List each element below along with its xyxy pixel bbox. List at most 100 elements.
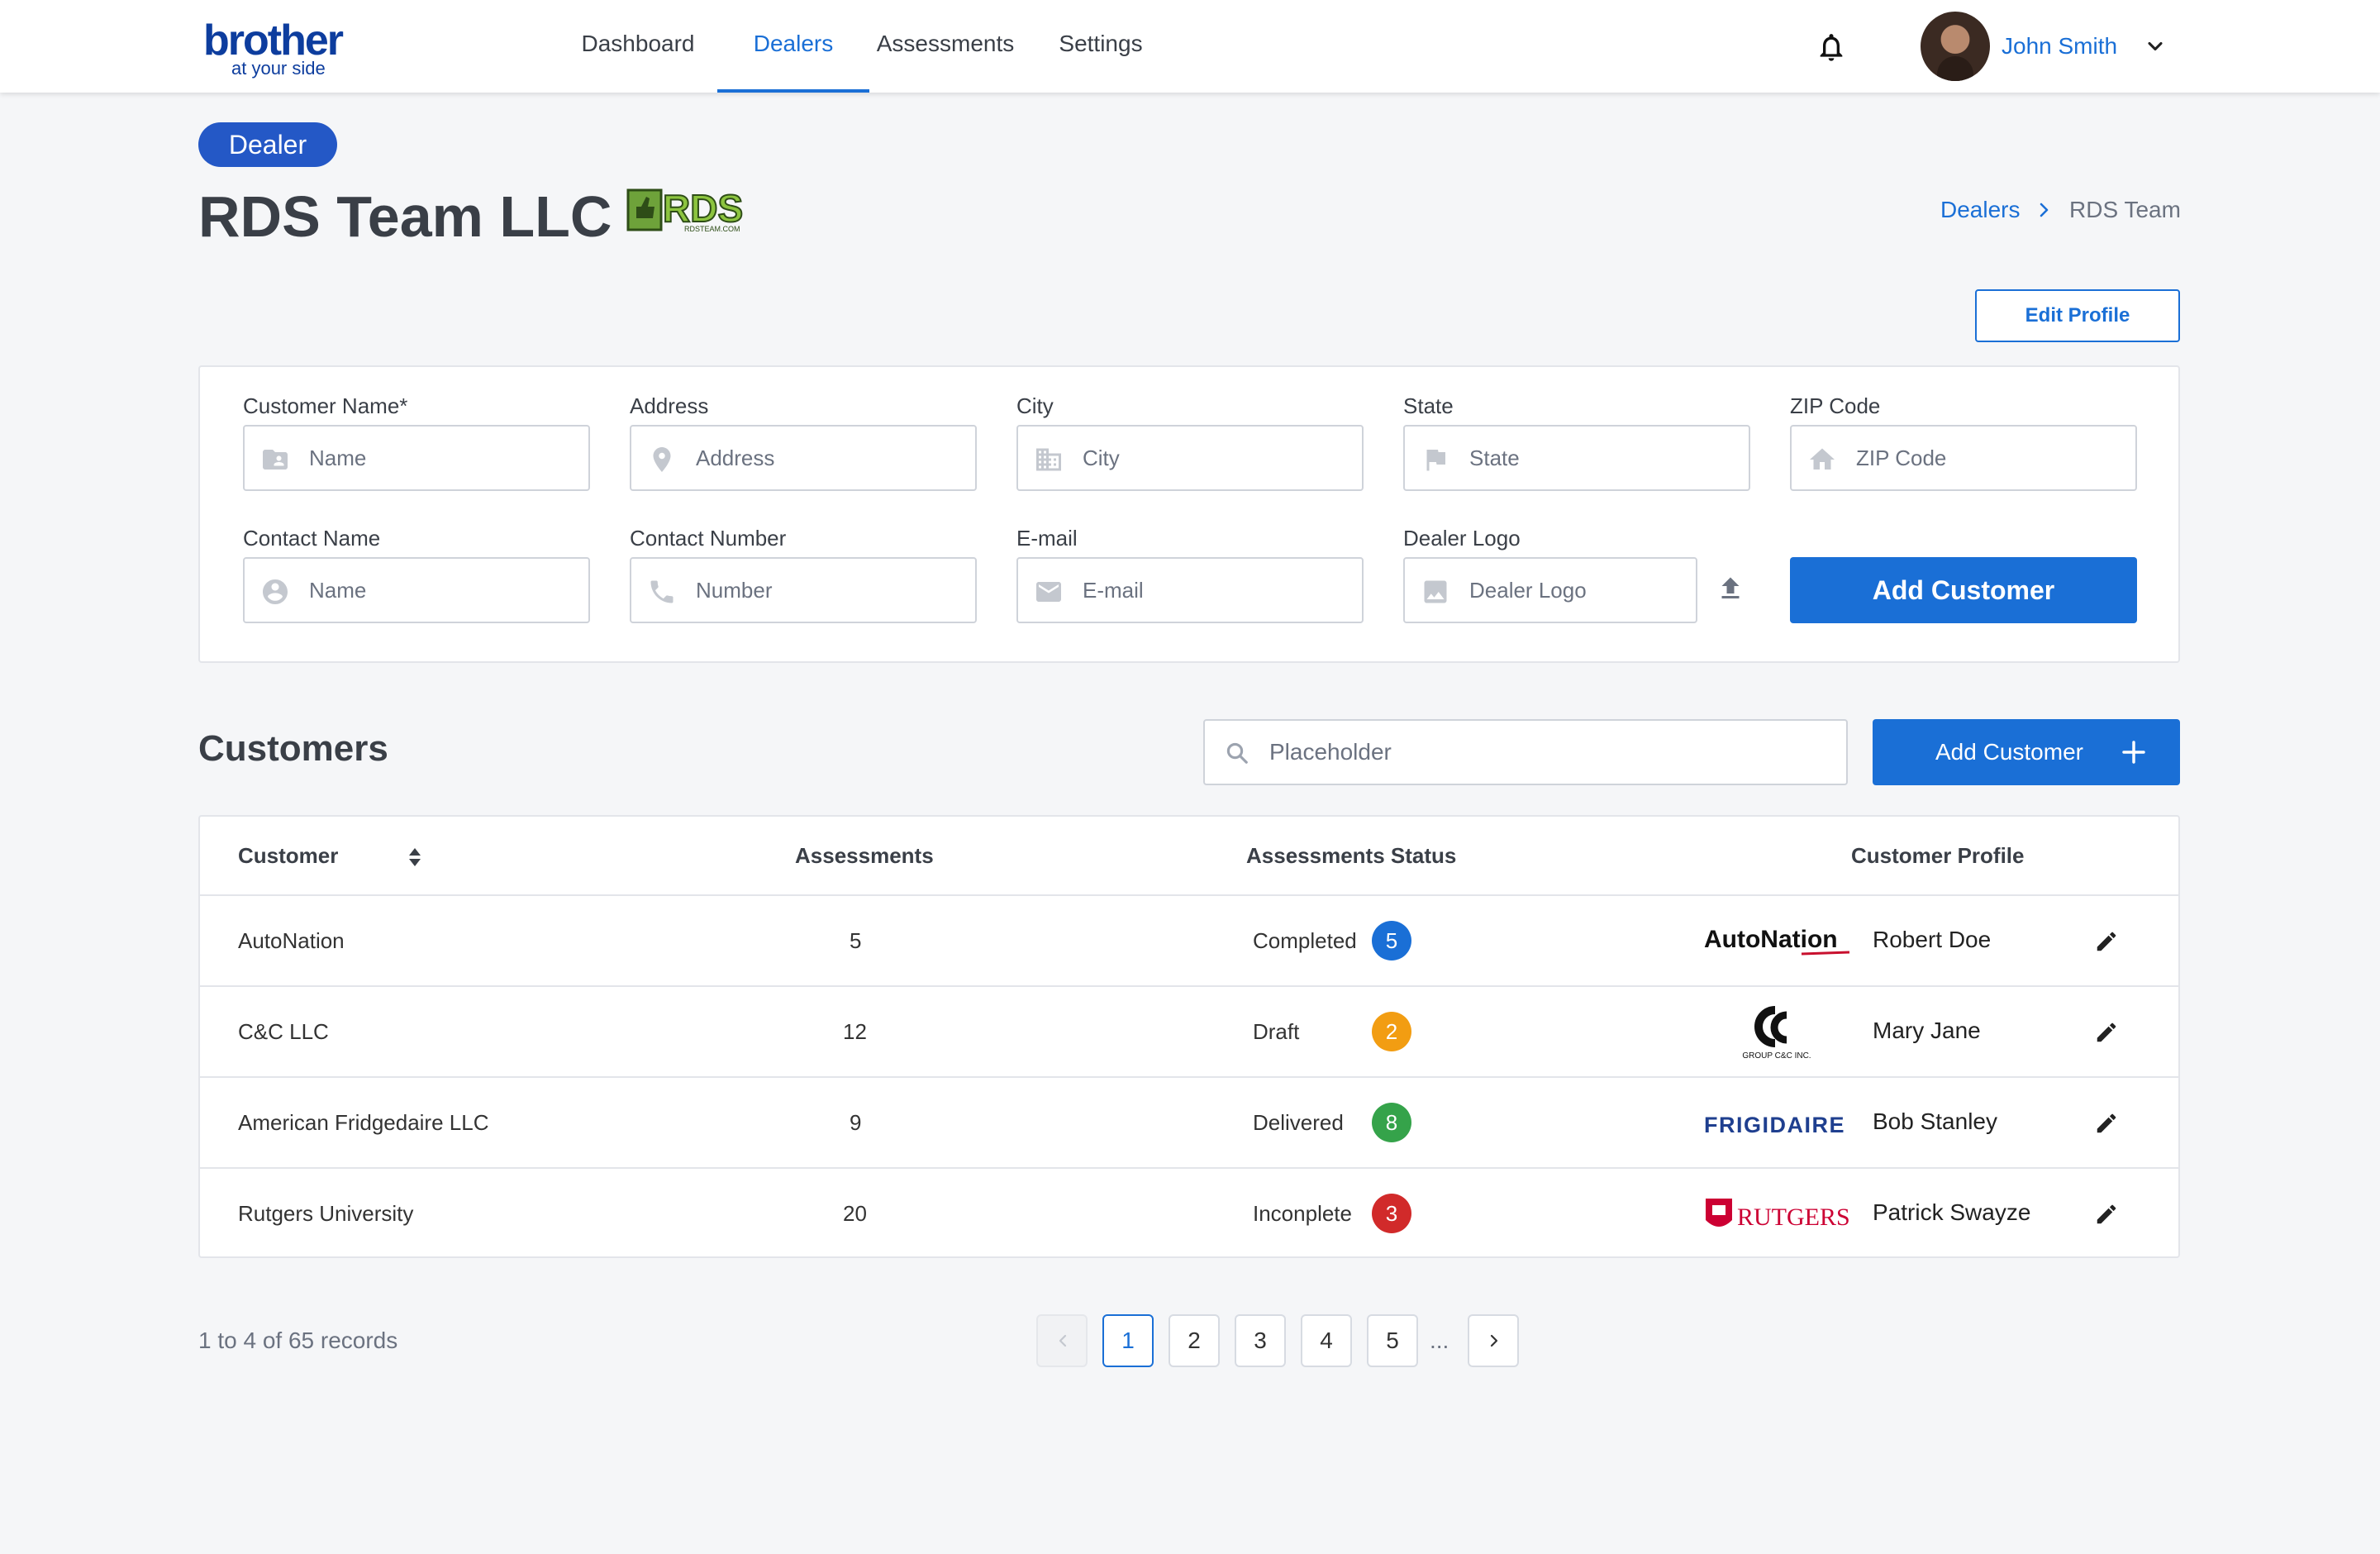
status-label: Inconplete: [1253, 1201, 1352, 1226]
contact-number-placeholder: Number: [696, 578, 773, 603]
breadcrumb-current: RDS Team: [2069, 197, 2181, 222]
email-input[interactable]: E-mail: [1016, 557, 1364, 623]
table-row[interactable]: AutoNation 5 Completed 5 AutoNation Robe…: [200, 894, 2178, 985]
add-customer-button-label: Add Customer: [1935, 739, 2083, 765]
pagination-page-4[interactable]: 4: [1301, 1314, 1352, 1367]
table-row[interactable]: American Fridgedaire LLC 9 Delivered 8 F…: [200, 1076, 2178, 1167]
edit-pencil-icon[interactable]: [2094, 1020, 2119, 1045]
assessments-count-cell: 9: [850, 1110, 862, 1135]
status-label: Draft: [1253, 1019, 1300, 1044]
edit-profile-button[interactable]: Edit Profile: [1975, 289, 2180, 342]
contact-name-input[interactable]: Name: [243, 557, 590, 623]
search-placeholder: Placeholder: [1269, 739, 1392, 765]
customer-search-input[interactable]: Placeholder: [1203, 719, 1848, 785]
dealer-logo-placeholder: Dealer Logo: [1469, 578, 1587, 603]
city-input[interactable]: City: [1016, 425, 1364, 491]
pagination-page-3[interactable]: 3: [1235, 1314, 1286, 1367]
column-header-customer-profile: Customer Profile: [1851, 843, 2025, 868]
records-summary: 1 to 4 of 65 records: [198, 1328, 398, 1353]
pagination-previous-button[interactable]: [1036, 1314, 1088, 1367]
city-placeholder: City: [1083, 446, 1120, 470]
user-avatar[interactable]: [1921, 12, 1990, 81]
customer-name-cell: American Fridgedaire LLC: [238, 1110, 489, 1135]
nav-settings[interactable]: Settings: [1046, 0, 1155, 93]
dealer-logo-image: RDS RDSTEAM.COM: [626, 186, 744, 233]
building-icon: [1036, 448, 1061, 471]
address-placeholder: Address: [696, 446, 775, 470]
breadcrumb-dealers-link[interactable]: Dealers: [1940, 197, 2020, 222]
customer-name-input[interactable]: Name: [243, 425, 590, 491]
nav-assessments[interactable]: Assessments: [873, 0, 1018, 93]
phone-icon: [650, 580, 674, 603]
edit-pencil-icon[interactable]: [2094, 1202, 2119, 1227]
state-placeholder: State: [1469, 446, 1520, 470]
group-cc-logo-text: GROUP C&C INC.: [1742, 1051, 1811, 1060]
pagination-ellipsis: ...: [1430, 1328, 1449, 1353]
group-cc-logo: GROUP C&C INC.: [1742, 1006, 1811, 1060]
customer-name-cell: C&C LLC: [238, 1019, 329, 1044]
customer-name-cell: AutoNation: [238, 928, 345, 953]
chevron-down-icon[interactable]: [2144, 35, 2167, 58]
pagination-next-button[interactable]: [1468, 1314, 1519, 1367]
customer-name-cell: Rutgers University: [238, 1201, 414, 1226]
table-row[interactable]: Rutgers University 20 Inconplete 3 RUTGE…: [200, 1167, 2178, 1258]
page-title: RDS Team LLC: [198, 184, 612, 249]
frigidaire-logo: FRIGIDAIRE: [1704, 1113, 1845, 1137]
status-label: Completed: [1253, 928, 1357, 953]
sort-icon[interactable]: [407, 846, 423, 868]
notification-bell-icon[interactable]: [1815, 30, 1848, 64]
customers-section-title: Customers: [198, 728, 388, 769]
status-count-badge: 8: [1372, 1103, 1411, 1142]
nav-dashboard[interactable]: Dashboard: [570, 0, 706, 93]
dealer-logo-input[interactable]: Dealer Logo: [1403, 557, 1697, 623]
pagination-page-2[interactable]: 2: [1169, 1314, 1220, 1367]
user-name[interactable]: John Smith: [2002, 30, 2117, 63]
edit-pencil-icon[interactable]: [2094, 929, 2119, 954]
assessments-count-cell: 12: [843, 1019, 867, 1044]
profile-contact-name: Robert Doe: [1873, 927, 1992, 952]
column-header-assessments: Assessments: [795, 843, 934, 868]
person-icon: [263, 579, 288, 604]
dealer-logo-label: Dealer Logo: [1403, 526, 1521, 551]
column-header-customer[interactable]: Customer: [238, 817, 338, 894]
chevron-right-icon: [1490, 1334, 1498, 1347]
zip-code-label: ZIP Code: [1790, 393, 1881, 418]
state-input[interactable]: State: [1403, 425, 1750, 491]
nav-dealers[interactable]: Dealers: [717, 0, 869, 93]
location-pin-icon: [653, 447, 671, 472]
state-label: State: [1403, 393, 1454, 418]
contact-number-label: Contact Number: [630, 526, 787, 551]
dealer-logo-subtext: RDSTEAM.COM: [684, 225, 740, 233]
upload-icon[interactable]: [1716, 572, 1745, 605]
brother-logo[interactable]: brother at your side: [203, 18, 360, 79]
chevron-right-icon: [2040, 203, 2049, 217]
zip-code-input[interactable]: ZIP Code: [1790, 425, 2137, 491]
pagination-page-5[interactable]: 5: [1367, 1314, 1418, 1367]
address-label: Address: [630, 393, 709, 418]
profile-contact-name: Bob Stanley: [1873, 1108, 1997, 1134]
pagination-page-1[interactable]: 1: [1102, 1314, 1154, 1367]
profile-contact-name: Mary Jane: [1873, 1018, 1981, 1043]
status-count-badge: 2: [1372, 1012, 1411, 1051]
status-count-badge: 5: [1372, 921, 1411, 961]
chevron-left-icon: [1059, 1334, 1067, 1347]
city-label: City: [1016, 393, 1054, 418]
customer-name-label: Customer Name*: [243, 393, 408, 418]
mail-icon: [1036, 582, 1061, 602]
contact-number-input[interactable]: Number: [630, 557, 977, 623]
logo-tagline: at your side: [231, 58, 326, 79]
column-header-assessments-status: Assessments Status: [1246, 843, 1457, 868]
edit-pencil-icon[interactable]: [2094, 1111, 2119, 1136]
email-label: E-mail: [1016, 526, 1078, 551]
frigidaire-logo-text: FRIGIDAIRE: [1704, 1113, 1845, 1137]
flag-icon: [1426, 450, 1445, 471]
status-count-badge: 3: [1372, 1194, 1411, 1233]
add-customer-button[interactable]: Add Customer: [1873, 719, 2180, 785]
dealer-logo-text: RDS: [663, 187, 743, 230]
address-input[interactable]: Address: [630, 425, 977, 491]
autonation-logo-text: AutoNation: [1704, 926, 1838, 953]
top-navigation-bar: brother at your side Dashboard Dealers A…: [0, 0, 2380, 93]
dealer-badge: Dealer: [198, 122, 337, 167]
table-row[interactable]: C&C LLC 12 Draft 2 GROUP C&C INC. Mary J…: [200, 985, 2178, 1076]
add-customer-submit-button[interactable]: Add Customer: [1790, 557, 2137, 623]
